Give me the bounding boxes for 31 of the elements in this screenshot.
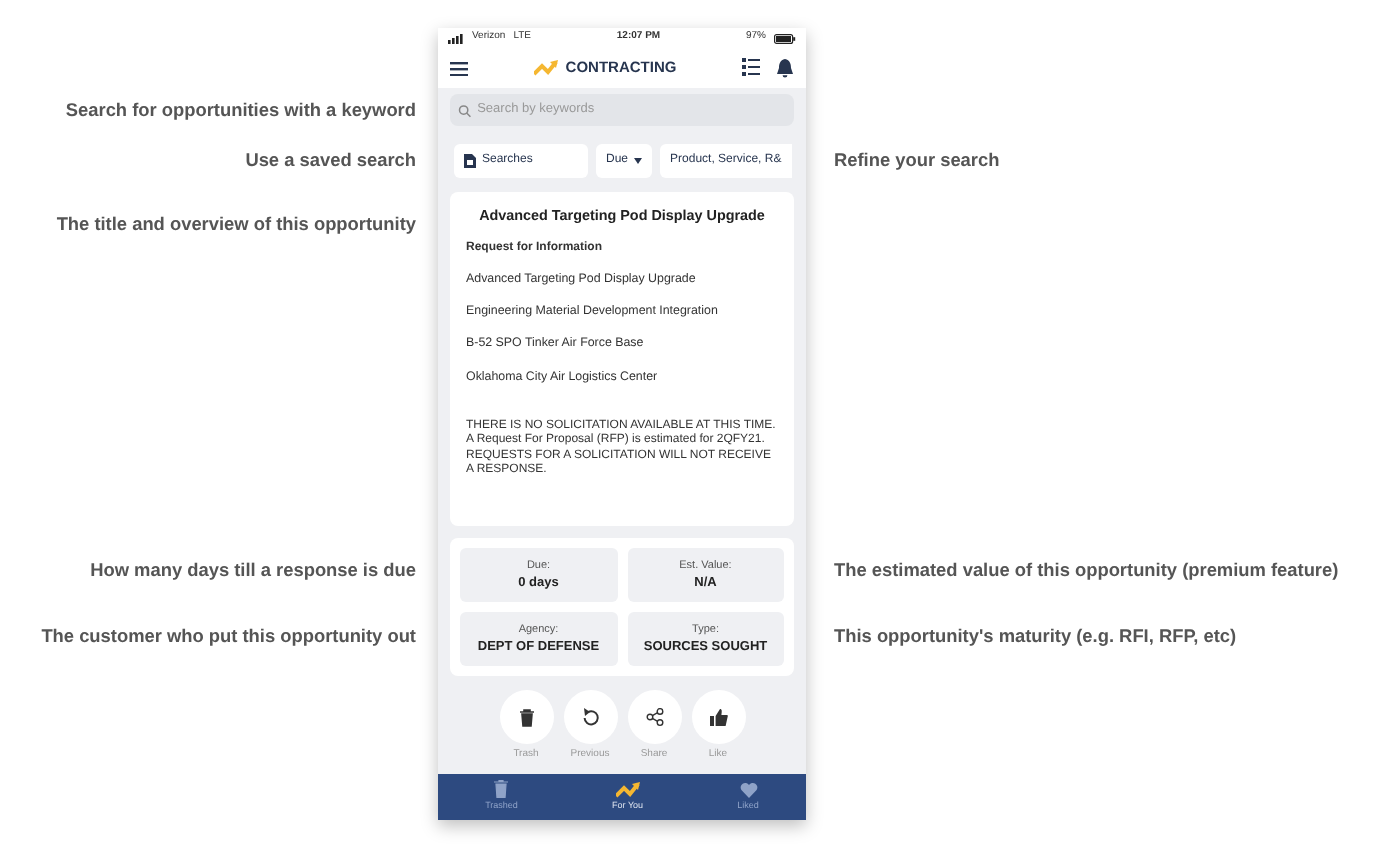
notifications-button[interactable] xyxy=(775,58,794,78)
logo-icon xyxy=(615,781,640,798)
annotation-text: The title and overview of this opportunity xyxy=(56,212,416,238)
document-icon xyxy=(464,154,476,168)
menu-button[interactable] xyxy=(450,61,468,75)
annotation-text: This opportunity's maturity (e.g. RFI, RFP, etc) xyxy=(834,624,1237,650)
annotation-text: How many days till a response is due xyxy=(90,558,416,584)
caret-icon xyxy=(634,158,643,164)
action-button[interactable] xyxy=(627,690,681,744)
trash-icon xyxy=(494,780,509,799)
bell-icon xyxy=(775,58,794,78)
logo-icon xyxy=(533,60,558,76)
heart-icon xyxy=(739,781,758,798)
annotation-text: The customer who put this opportunity out xyxy=(41,624,416,650)
thumbs-up-icon xyxy=(709,707,727,727)
battery-icon xyxy=(773,33,796,43)
undo-icon xyxy=(581,707,599,727)
trash-icon xyxy=(517,707,535,727)
annotation-text: The estimated value of this opportunity (premium feature) xyxy=(834,558,1339,584)
search-icon xyxy=(458,103,472,117)
menu-icon xyxy=(450,61,468,75)
annotation-text: Use a saved search xyxy=(245,148,416,174)
annotation-text: Search for opportunities with a keyword xyxy=(65,98,416,124)
share-icon xyxy=(645,707,663,727)
list-button[interactable] xyxy=(741,58,760,78)
list-icon xyxy=(741,58,760,76)
signal-icon xyxy=(448,33,464,43)
action-button[interactable] xyxy=(499,690,553,744)
annotation-text: Refine your search xyxy=(834,148,1000,174)
action-button[interactable] xyxy=(563,690,617,744)
action-button[interactable] xyxy=(691,690,745,744)
